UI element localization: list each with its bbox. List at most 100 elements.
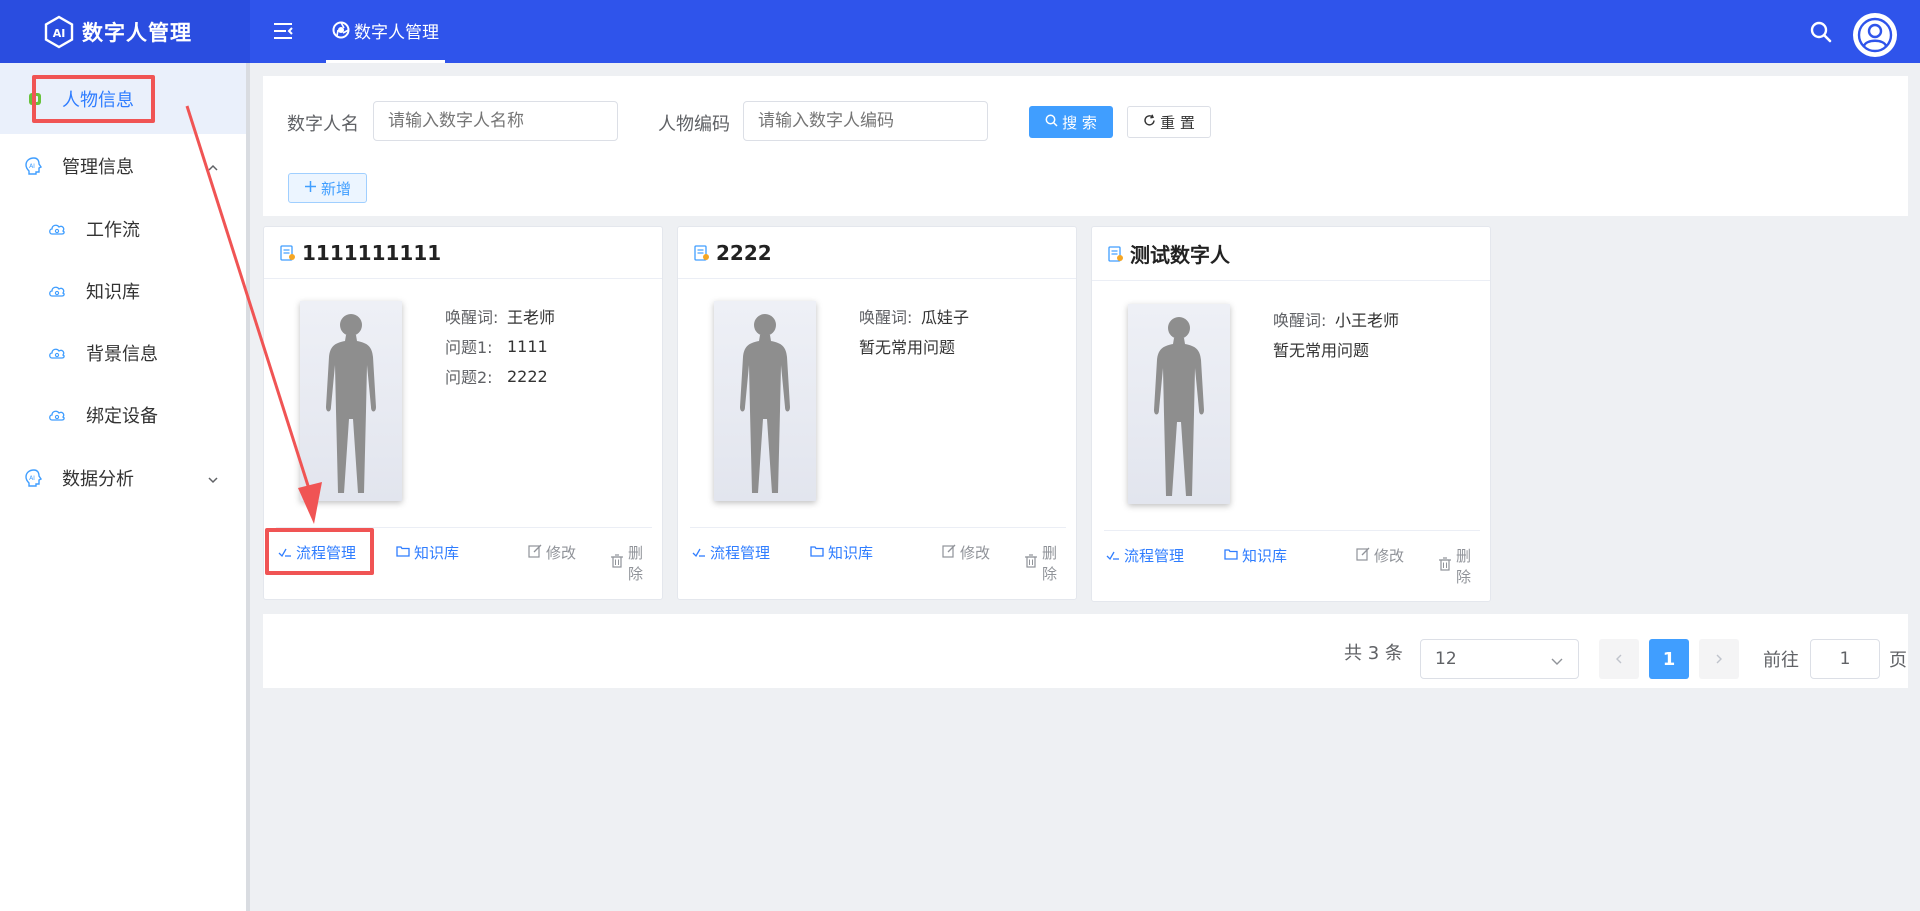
sidebar: 人物信息 AI 管理信息 工作流 知识库 背景信息 绑定设备 AI 数据分析 [0,63,250,911]
trash-icon [610,554,624,572]
document-icon [280,244,296,261]
question-row: 问题2: 2222 [445,361,555,391]
no-questions-text: 暂无常用问题 [1273,334,1399,364]
app-title: 数字人管理 [82,20,192,45]
ai-head-icon: AI [24,156,44,176]
edit-button[interactable]: 修改 [942,542,990,563]
person-silhouette-image [300,301,402,501]
menu-collapse-icon[interactable] [270,18,296,44]
search-icon[interactable] [1808,19,1834,45]
goto-suffix: 页 [1889,650,1907,671]
digital-human-card: 2222 唤醒词: 瓜娃子 暂无常用问题 流程管理 知识库 修改 删除 [677,226,1077,600]
chevron-up-icon [206,159,220,180]
edit-button[interactable]: 修改 [1356,545,1404,566]
flow-icon [1106,547,1120,565]
name-label: 数字人名 [287,114,359,135]
chevron-down-icon [1550,653,1564,673]
add-button[interactable]: 新增 [288,173,367,203]
card-actions: 流程管理 知识库 修改 删除 [690,527,1066,583]
card-header: 2222 [678,227,1076,279]
sidebar-item-knowledge-base[interactable]: 知识库 [0,260,246,322]
page-size-select[interactable]: 12 [1420,639,1579,679]
sidebar-item-data-analysis[interactable]: AI 数据分析 [0,446,246,510]
folder-icon [396,544,410,562]
edit-label: 修改 [546,544,577,562]
card-header: 测试数字人 [1092,227,1490,281]
refresh-icon [1143,113,1156,131]
plus-icon [304,179,317,197]
page-number-current[interactable]: 1 [1649,639,1689,679]
reset-button[interactable]: 重 置 [1127,106,1211,138]
pagination-bar: 共 3 条 12 1 前往 1 页 [263,614,1908,688]
knowledge-base-button[interactable]: 知识库 [1224,545,1287,566]
goto-label: 前往 [1763,650,1799,671]
sidebar-item-label: 数据分析 [62,469,134,490]
sidebar-item-background-info[interactable]: 背景信息 [0,322,246,384]
search-panel: 数字人名 人物编码 搜 索 重 置 新增 [263,76,1908,216]
question-label: 问题1: [445,338,493,357]
wake-word-row: 唤醒词: 王老师 [445,301,555,331]
code-label: 人物编码 [658,114,730,135]
ai-logo-icon: AI [42,15,76,49]
delete-button[interactable]: 删除 [610,542,652,584]
knowledge-base-label: 知识库 [828,544,874,562]
user-icon [1857,17,1893,53]
edit-icon [528,544,542,562]
person-silhouette-image [714,301,816,501]
edit-button[interactable]: 修改 [528,542,576,563]
total-count: 共 3 条 [1344,643,1403,664]
delete-button[interactable]: 删除 [1024,542,1066,584]
knowledge-base-button[interactable]: 知识库 [396,542,459,563]
edit-icon [1356,547,1370,565]
delete-button[interactable]: 删除 [1438,545,1480,587]
next-page-button[interactable] [1699,639,1739,679]
card-info: 唤醒词: 王老师 问题1: 1111 问题2: 2222 [445,301,555,391]
delete-label: 删除 [1456,547,1472,586]
edit-label: 修改 [1374,547,1405,565]
chevron-right-icon [1716,654,1722,664]
delete-label: 删除 [628,544,644,583]
svg-text:AI: AI [53,27,66,40]
tab-digital-human[interactable]: 数字人管理 [326,0,445,63]
svg-text:AI: AI [29,163,35,170]
add-button-label: 新增 [320,179,351,198]
flow-manage-button[interactable]: 流程管理 [692,542,770,563]
sidebar-item-label: 背景信息 [86,344,158,365]
question-value: 1111 [507,336,548,356]
knowledge-base-label: 知识库 [1242,547,1288,565]
edit-icon [942,544,956,562]
search-button[interactable]: 搜 索 [1029,106,1113,138]
goto-page-input[interactable]: 1 [1810,639,1880,679]
knowledge-base-button[interactable]: 知识库 [810,542,873,563]
knowledge-base-label: 知识库 [414,544,460,562]
wake-word-label: 唤醒词: [445,308,499,327]
card-info: 唤醒词: 瓜娃子 暂无常用问题 [859,301,969,361]
document-icon [1108,245,1124,262]
page-size-value: 12 [1435,649,1457,669]
person-silhouette-image [1128,304,1230,504]
top-bar: AI 数字人管理 数字人管理 [0,0,1920,63]
code-input[interactable] [743,101,988,141]
user-avatar[interactable] [1853,13,1897,57]
prev-page-button[interactable] [1599,639,1639,679]
no-questions-label: 暂无常用问题 [1273,341,1370,360]
aperture-icon [332,21,350,39]
name-input[interactable] [373,101,618,141]
question-row: 问题1: 1111 [445,331,555,361]
chevron-down-icon [206,471,220,492]
reset-button-label: 重 置 [1160,113,1195,132]
sidebar-item-manage-info[interactable]: AI 管理信息 [0,134,246,198]
delete-label: 删除 [1042,544,1058,583]
svg-text:AI: AI [29,475,35,482]
flow-manage-label: 流程管理 [1124,547,1185,565]
document-icon [694,244,710,261]
sidebar-item-workflow[interactable]: 工作流 [0,198,246,260]
edit-label: 修改 [960,544,991,562]
wake-word-value: 小王老师 [1335,311,1400,330]
flow-manage-button[interactable]: 流程管理 [1106,545,1184,566]
question-label: 问题2: [445,368,493,387]
sidebar-item-bind-device[interactable]: 绑定设备 [0,384,246,446]
wake-word-row: 唤醒词: 瓜娃子 [859,301,969,331]
folder-icon [810,544,824,562]
sidebar-item-label: 工作流 [86,220,140,241]
